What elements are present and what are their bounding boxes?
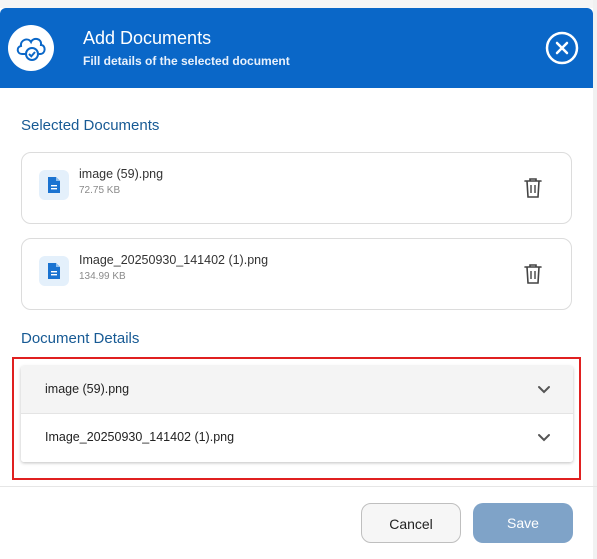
trash-icon [524,178,542,198]
file-card: image (59).png 72.75 KB [21,152,572,224]
chevron-down-icon [538,434,550,442]
file-name: image (59).png [79,167,164,181]
dialog-subtitle: Fill details of the selected document [83,54,290,68]
document-icon [39,170,69,200]
cancel-button[interactable]: Cancel [361,503,461,543]
dialog-header: Add Documents Fill details of the select… [0,8,593,88]
dialog-title: Add Documents [83,28,212,48]
cloud-check-icon [8,25,54,71]
file-name: Image_20250930_141402 (1).png [79,253,269,267]
file-size: 134.99 KB [79,271,126,282]
accordion-item[interactable]: image (59).png [21,366,573,414]
document-details-title: Document Details [21,330,140,347]
file-card: Image_20250930_141402 (1).png 134.99 KB [21,238,572,310]
trash-icon [524,264,542,284]
backdrop-scroll-edge [593,0,597,559]
document-details-accordion: image (59).png Image_20250930_141402 (1)… [21,366,573,462]
backdrop [0,0,597,8]
accordion-item[interactable]: Image_20250930_141402 (1).png [21,414,573,462]
delete-file-button[interactable] [522,262,544,286]
document-icon [39,256,69,286]
close-circle-icon [545,31,579,65]
footer-divider [0,486,597,487]
file-size: 72.75 KB [79,185,121,196]
accordion-item-label: image (59).png [45,382,130,396]
close-button[interactable] [545,31,579,65]
selected-documents-title: Selected Documents [21,117,160,134]
save-button[interactable]: Save [473,503,573,543]
delete-file-button[interactable] [522,176,544,200]
accordion-item-label: Image_20250930_141402 (1).png [45,430,235,444]
chevron-down-icon [538,386,550,394]
